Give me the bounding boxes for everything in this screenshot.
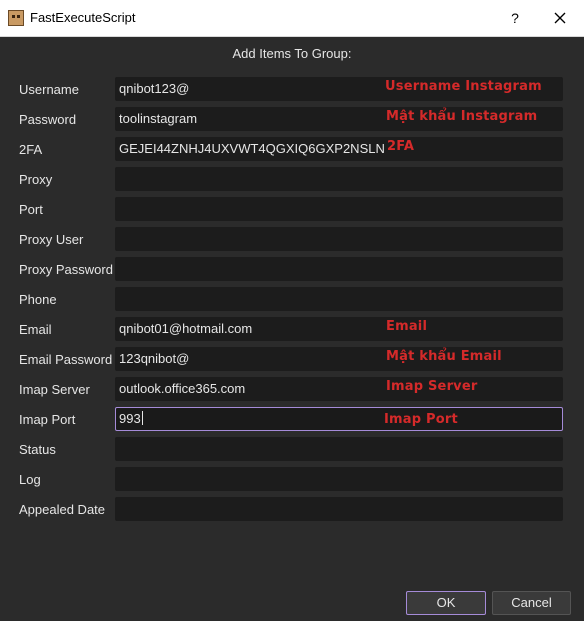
app-icon [8, 10, 24, 26]
username-annotation: Username Instagram [385, 79, 542, 94]
password-label: Password [19, 112, 77, 127]
proxy-password-input[interactable] [115, 257, 563, 281]
appealed-date-label: Appealed Date [19, 502, 106, 517]
form-row-log: Log [0, 467, 584, 491]
imap-port-value: 993 [119, 411, 141, 426]
log-label: Log [19, 472, 41, 487]
imap-server-input[interactable]: outlook.office365.com [115, 377, 563, 401]
form-row-2fa: 2FA GEJEI44ZNHJ4UXVWT4QGXIQ6GXP2NSLN 2FA [0, 137, 584, 161]
form-row-imap-port: Imap Port 993 Imap Port [0, 407, 584, 431]
port-label: Port [19, 202, 43, 217]
title-bar: FastExecuteScript ? [0, 0, 584, 37]
log-input[interactable] [115, 467, 563, 491]
email-annotation: Email [386, 319, 428, 334]
port-input[interactable] [115, 197, 563, 221]
phone-input[interactable] [115, 287, 563, 311]
status-label: Status [19, 442, 56, 457]
proxy-user-input[interactable] [115, 227, 563, 251]
imap-port-input[interactable]: 993 [115, 407, 563, 431]
close-button[interactable] [542, 4, 578, 32]
form-row-password: Password toolinstagram Mật khẩu Instagra… [0, 107, 584, 131]
twofa-input[interactable]: GEJEI44ZNHJ4UXVWT4QGXIQ6GXP2NSLN [115, 137, 563, 161]
form-row-imap-server: Imap Server outlook.office365.com Imap S… [0, 377, 584, 401]
appealed-date-input[interactable] [115, 497, 563, 521]
imap-port-label: Imap Port [19, 412, 76, 427]
proxy-password-label: Proxy Password [19, 262, 113, 277]
password-annotation: Mật khẩu Instagram [386, 109, 538, 124]
imap-port-annotation: Imap Port [384, 412, 458, 427]
form-row-username: Username qnibot123@ Username Instagram [0, 77, 584, 101]
window-title: FastExecuteScript [30, 10, 136, 25]
phone-label: Phone [19, 292, 57, 307]
proxy-input[interactable] [115, 167, 563, 191]
form-row-port: Port [0, 197, 584, 221]
form-row-proxy-password: Proxy Password [0, 257, 584, 281]
imap-server-annotation: Imap Server [386, 379, 478, 394]
imap-server-label: Imap Server [19, 382, 90, 397]
email-password-annotation: Mật khẩu Email [386, 349, 502, 364]
text-caret [141, 411, 143, 425]
username-label: Username [19, 82, 79, 97]
proxy-label: Proxy [19, 172, 53, 187]
help-button[interactable]: ? [502, 6, 528, 30]
twofa-label: 2FA [19, 142, 43, 157]
form-row-proxy-user: Proxy User [0, 227, 584, 251]
dialog-heading: Add Items To Group: [232, 46, 352, 61]
ok-button[interactable]: OK [406, 591, 486, 615]
cancel-button[interactable]: Cancel [492, 591, 571, 615]
email-password-label: Email Password [19, 352, 113, 367]
form-row-proxy: Proxy [0, 167, 584, 191]
status-input[interactable] [115, 437, 563, 461]
twofa-annotation: 2FA [387, 139, 415, 154]
form-row-email: Email qnibot01@hotmail.com Email [0, 317, 584, 341]
proxy-user-label: Proxy User [19, 232, 84, 247]
email-label: Email [19, 322, 52, 337]
form-row-status: Status [0, 437, 584, 461]
form-row-email-password: Email Password 123qnibot@ Mật khẩu Email [0, 347, 584, 371]
form-row-phone: Phone [0, 287, 584, 311]
close-icon [554, 12, 566, 24]
form-row-appealed-date: Appealed Date [0, 497, 584, 521]
email-input[interactable]: qnibot01@hotmail.com [115, 317, 563, 341]
